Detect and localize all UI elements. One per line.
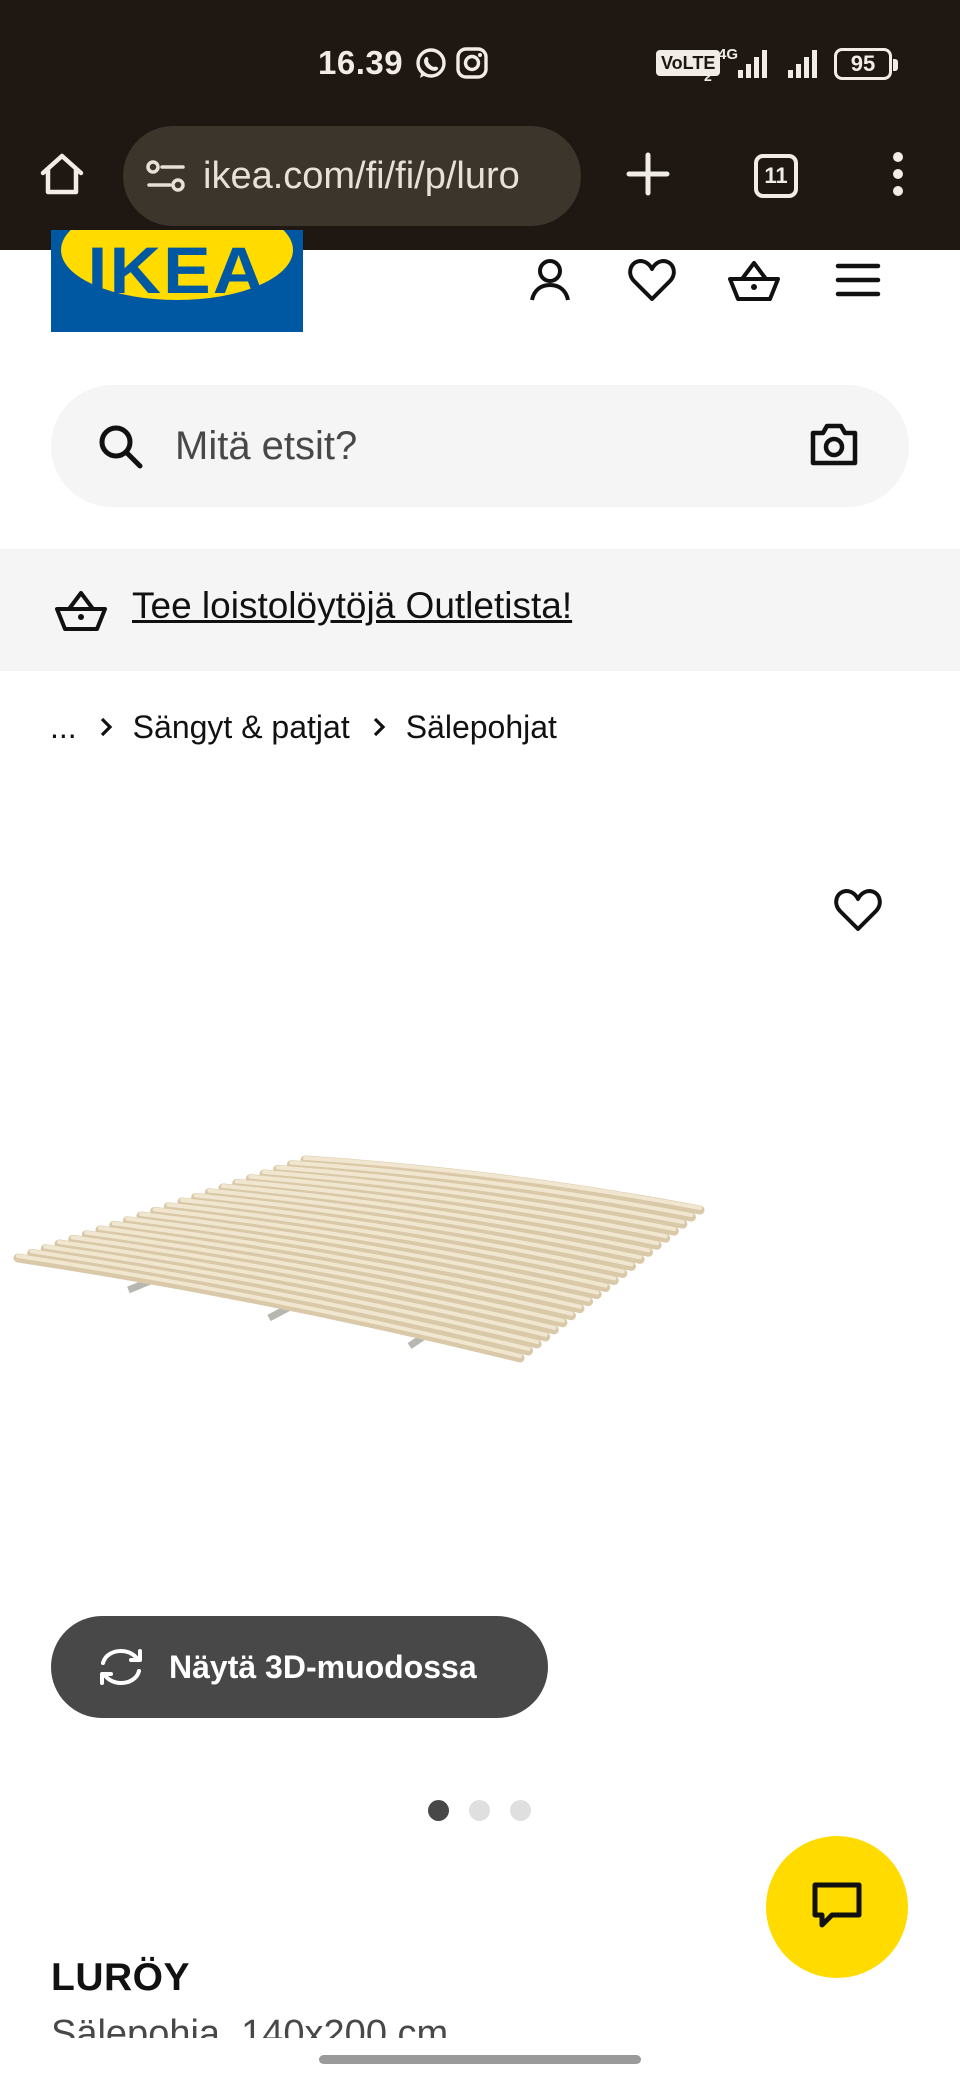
- chat-bubble-icon: [810, 1880, 864, 1935]
- view-3d-label: Näytä 3D-muodossa: [169, 1648, 477, 1685]
- instagram-icon: [455, 46, 489, 85]
- gallery-dot[interactable]: [428, 1800, 449, 1821]
- breadcrumb-beds-mattresses[interactable]: Sängyt & patjat: [133, 709, 350, 746]
- gesture-home-bar[interactable]: [319, 2055, 641, 2064]
- tab-switcher-button[interactable]: 11: [734, 124, 818, 228]
- home-icon: [37, 149, 87, 204]
- gallery-dot[interactable]: [469, 1800, 490, 1821]
- gallery-pagination: [428, 1800, 531, 1821]
- product-description: Sälepohja, 140x200 cm: [51, 2013, 449, 2038]
- breadcrumb-slatted-bases[interactable]: Sälepohjat: [406, 709, 557, 746]
- plus-icon: [625, 151, 671, 202]
- browser-menu-button[interactable]: [856, 124, 940, 228]
- ikea-logo[interactable]: IKEA: [51, 230, 303, 332]
- site-settings-icon[interactable]: [145, 159, 187, 193]
- whatsapp-icon: [413, 46, 449, 87]
- browser-toolbar: ikea.com/fi/fi/p/luro 11: [0, 124, 960, 228]
- camera-icon[interactable]: [809, 421, 859, 472]
- url-text: ikea.com/fi/fi/p/luro: [203, 154, 520, 197]
- chat-button[interactable]: [766, 1836, 908, 1978]
- basket-button[interactable]: [722, 250, 786, 314]
- breadcrumb-ellipsis[interactable]: ...: [50, 709, 77, 746]
- signal-icon: [730, 48, 770, 85]
- view-3d-button[interactable]: Näytä 3D-muodossa: [51, 1616, 548, 1718]
- chevron-right-icon: [372, 716, 386, 738]
- home-button[interactable]: [20, 124, 104, 228]
- search-bar: [51, 385, 909, 507]
- signal-icon-2: [784, 48, 824, 85]
- outlet-promo-link[interactable]: Tee loistolöytöjä Outletista!: [132, 585, 572, 627]
- chevron-right-icon: [99, 716, 113, 738]
- more-vert-icon: [891, 151, 905, 202]
- breadcrumb: ... Sängyt & patjat Sälepohjat: [50, 705, 557, 749]
- basket-icon: [54, 587, 108, 638]
- user-icon: [526, 256, 574, 309]
- menu-icon: [835, 262, 881, 303]
- search-icon: [97, 423, 143, 474]
- product-name: LURÖY: [51, 1956, 190, 1999]
- heart-icon: [627, 257, 677, 308]
- heart-icon: [833, 887, 883, 938]
- gallery-dot[interactable]: [510, 1800, 531, 1821]
- logo-text: IKEA: [87, 233, 267, 307]
- account-button[interactable]: [518, 250, 582, 314]
- browser-chrome: 16.39 VoLTE 2 4G 95 ikea.com/fi/fi/p/lur…: [0, 0, 960, 250]
- slatted-base-slats: [13, 1155, 705, 1363]
- battery-indicator: 95: [834, 48, 898, 80]
- basket-icon: [727, 257, 781, 308]
- search-input[interactable]: [175, 411, 795, 481]
- add-to-favourites-button[interactable]: [826, 880, 890, 944]
- favourites-button[interactable]: [620, 250, 684, 314]
- volte-sim-index: 2: [704, 68, 712, 84]
- product-image[interactable]: [10, 1130, 950, 1460]
- tabs-icon: 11: [754, 154, 798, 198]
- rotate-3d-icon: [95, 1647, 147, 1687]
- status-time: 16.39: [318, 44, 404, 81]
- status-bar: 16.39 VoLTE 2 4G 95: [0, 38, 960, 90]
- menu-button[interactable]: [826, 250, 890, 314]
- url-bar[interactable]: ikea.com/fi/fi/p/luro: [123, 126, 581, 226]
- new-tab-button[interactable]: [606, 124, 690, 228]
- outlet-promo-banner: Tee loistolöytöjä Outletista!: [0, 549, 960, 671]
